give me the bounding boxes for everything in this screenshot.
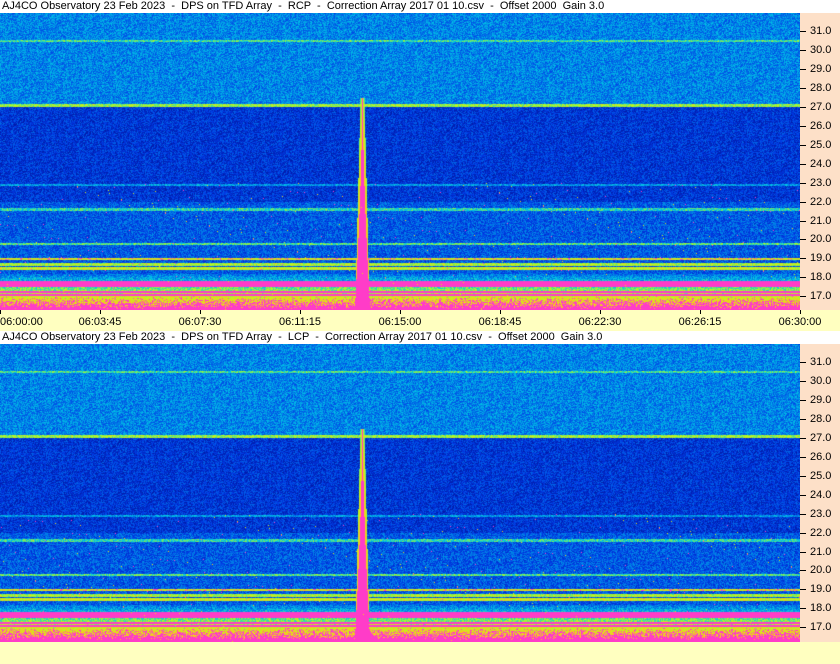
freq-tick (800, 437, 806, 439)
time-tick (600, 310, 601, 314)
freq-tick (800, 380, 806, 382)
freq-tick-label: 20.0 (810, 233, 832, 246)
time-tick-label: 06:11:15 (278, 316, 322, 328)
freq-tick-label: 23.0 (810, 176, 832, 189)
freq-tick (800, 589, 806, 591)
freq-tick (800, 125, 806, 127)
time-tick-label: 06:26:15 (678, 316, 722, 328)
freq-tick (800, 220, 806, 222)
time-tick (800, 310, 801, 314)
rcp-frequency-axis: 31.0 30.0 29.0 28.0 27.0 26.0 25.0 24.0 23.0 22.0… (800, 13, 840, 310)
freq-tick (800, 106, 806, 108)
rcp-spectrogram (0, 13, 800, 310)
freq-tick-label: 17.0 (810, 290, 832, 303)
freq-tick (800, 49, 806, 51)
freq-tick-label: 20.0 (810, 564, 832, 577)
freq-tick (800, 551, 806, 553)
time-tick-label: 06:00:00 (0, 316, 43, 328)
freq-tick-label: 24.0 (810, 488, 832, 501)
lcp-frequency-axis: 31.0 30.0 29.0 28.0 27.0 26.0 25.0 24.0 23.0 22.0… (800, 344, 840, 642)
freq-tick (800, 87, 806, 89)
time-tick (300, 310, 301, 314)
freq-tick-label: 30.0 (810, 43, 832, 56)
rcp-title: AJ4CO Observatory 23 Feb 2023 - DPS on T… (0, 0, 840, 13)
lcp-panel: AJ4CO Observatory 23 Feb 2023 - DPS on T… (0, 331, 840, 664)
freq-tick-label: 31.0 (810, 356, 832, 368)
freq-tick-label: 19.0 (810, 252, 832, 265)
freq-tick-label: 26.0 (810, 119, 832, 132)
freq-tick-label: 22.0 (810, 195, 832, 208)
freq-tick (800, 239, 806, 241)
freq-tick (800, 570, 806, 572)
freq-tick-label: 17.0 (810, 621, 832, 634)
freq-tick (800, 532, 806, 534)
freq-tick-label: 25.0 (810, 138, 832, 151)
freq-tick (800, 144, 806, 146)
freq-tick (800, 277, 806, 279)
freq-tick-label: 30.0 (810, 374, 832, 387)
time-tick (400, 310, 401, 314)
freq-tick-label: 22.0 (810, 526, 832, 539)
freq-tick (800, 296, 806, 298)
time-tick-label: 06:18:45 (478, 316, 522, 328)
freq-tick-label: 18.0 (810, 271, 832, 284)
time-tick-label: 06:07:30 (178, 316, 222, 328)
freq-tick-label: 29.0 (810, 393, 832, 406)
time-tick-label: 06:30:00 (778, 316, 822, 328)
lcp-spectrogram (0, 344, 800, 642)
freq-tick (800, 475, 806, 477)
freq-tick-label: 27.0 (810, 100, 832, 113)
time-tick-label: 06:03:45 (78, 316, 122, 328)
freq-tick-label: 21.0 (810, 214, 832, 227)
freq-tick (800, 182, 806, 184)
freq-tick-label: 21.0 (810, 545, 832, 558)
freq-tick-label: 28.0 (810, 81, 832, 94)
time-tick-label: 06:15:00 (378, 316, 422, 328)
lcp-title: AJ4CO Observatory 23 Feb 2023 - DPS on T… (0, 331, 840, 344)
freq-tick (800, 201, 806, 203)
freq-tick (800, 258, 806, 260)
freq-tick-label: 19.0 (810, 583, 832, 596)
freq-tick (800, 627, 806, 629)
freq-tick-label: 29.0 (810, 62, 832, 75)
time-tick (0, 310, 1, 314)
freq-tick (800, 513, 806, 515)
time-tick (100, 310, 101, 314)
time-tick-label: 06:22:30 (578, 316, 622, 328)
freq-tick (800, 362, 806, 363)
time-tick (500, 310, 501, 314)
freq-tick-label: 24.0 (810, 157, 832, 170)
freq-tick (800, 399, 806, 401)
freq-tick-label: 27.0 (810, 431, 832, 444)
time-tick (700, 310, 701, 314)
rcp-panel: AJ4CO Observatory 23 Feb 2023 - DPS on T… (0, 0, 840, 331)
freq-tick (800, 68, 806, 70)
freq-tick-label: 25.0 (810, 469, 832, 482)
time-axis: 06:00:00 06:03:45 06:07:30 06:11:15 06:15:00… (0, 310, 840, 331)
freq-tick-label: 28.0 (810, 412, 832, 425)
freq-tick-label: 18.0 (810, 602, 832, 615)
time-tick (200, 310, 201, 314)
freq-tick-label: 26.0 (810, 450, 832, 463)
freq-tick (800, 456, 806, 458)
freq-tick (800, 494, 806, 496)
freq-tick (800, 418, 806, 420)
freq-tick (800, 608, 806, 610)
freq-tick-label: 23.0 (810, 507, 832, 520)
freq-tick (800, 31, 806, 32)
bottom-bar (0, 642, 840, 664)
freq-tick-label: 31.0 (810, 25, 832, 37)
freq-tick (800, 163, 806, 165)
